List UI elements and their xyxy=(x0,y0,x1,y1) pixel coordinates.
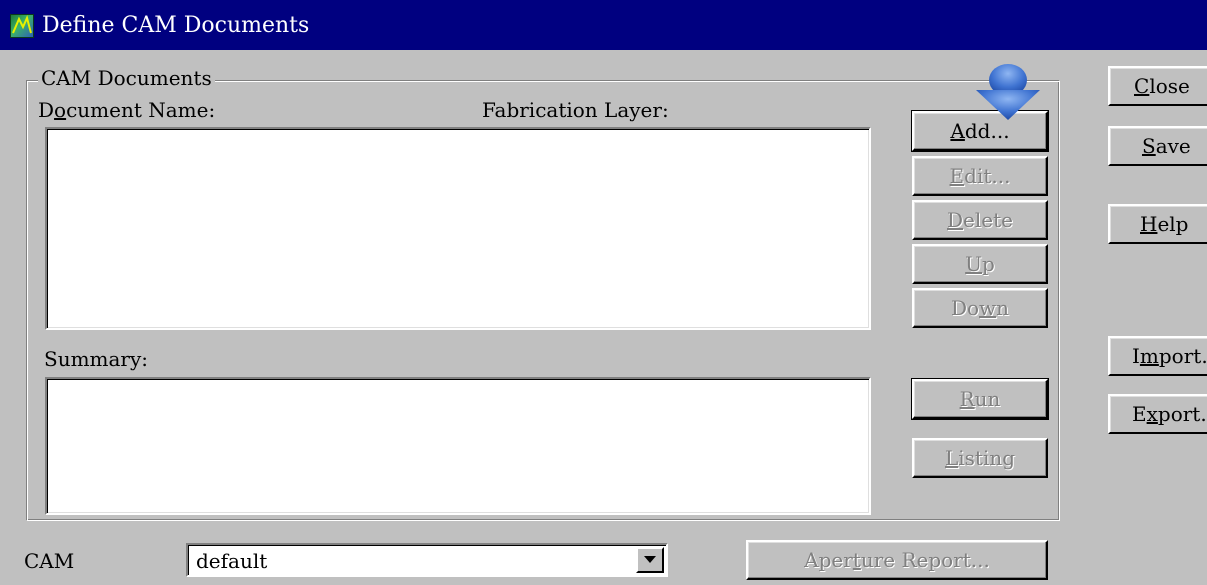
title-bar[interactable]: Define CAM Documents xyxy=(0,0,1207,50)
document-name-label-text: Document Name: xyxy=(38,98,216,122)
import-button[interactable]: Import... xyxy=(1108,336,1207,376)
aperture-report-button[interactable]: Aperture Report... xyxy=(746,540,1048,580)
run-button[interactable]: Run xyxy=(911,378,1049,420)
cam-select-value: default xyxy=(196,549,268,573)
edit-button-label: Edit... xyxy=(949,164,1011,188)
document-name-label: Document Name: xyxy=(38,98,215,122)
down-button-label: Down xyxy=(950,296,1010,320)
cam-select[interactable]: default xyxy=(186,543,668,577)
close-button-label: Close xyxy=(1134,74,1190,98)
summary-label: Summary: xyxy=(44,347,149,371)
groupbox-legend: CAM Documents xyxy=(38,66,215,90)
export-button[interactable]: Export... xyxy=(1108,394,1207,434)
save-button-label: Save xyxy=(1142,134,1191,158)
chevron-down-icon xyxy=(644,556,656,563)
window-title: Define CAM Documents xyxy=(42,13,310,38)
help-button-label: Help xyxy=(1140,212,1189,236)
summary-list[interactable] xyxy=(45,377,871,515)
listing-button[interactable]: Listing xyxy=(912,438,1048,478)
aperture-report-button-label: Aperture Report... xyxy=(804,548,990,572)
import-button-label: Import... xyxy=(1132,344,1207,368)
close-button[interactable]: Close xyxy=(1108,66,1207,106)
run-button-label: Run xyxy=(959,387,1001,411)
up-button-label: Up xyxy=(965,252,995,276)
help-button[interactable]: Help xyxy=(1108,204,1207,244)
document-list[interactable] xyxy=(45,127,871,330)
up-button[interactable]: Up xyxy=(912,244,1048,284)
export-button-label: Export... xyxy=(1132,402,1207,426)
down-arrow-indicator-icon xyxy=(972,62,1044,126)
cam-select-dropdown-button[interactable] xyxy=(636,547,664,573)
cam-label: CAM xyxy=(24,549,75,573)
down-button[interactable]: Down xyxy=(912,288,1048,328)
delete-button[interactable]: Delete xyxy=(912,200,1048,240)
delete-button-label: Delete xyxy=(947,208,1013,232)
cam-app-icon xyxy=(10,14,34,38)
fabrication-layer-label: Fabrication Layer: xyxy=(482,98,669,122)
listing-button-label: Listing xyxy=(944,446,1016,470)
edit-button[interactable]: Edit... xyxy=(912,156,1048,196)
save-button[interactable]: Save xyxy=(1108,126,1207,166)
